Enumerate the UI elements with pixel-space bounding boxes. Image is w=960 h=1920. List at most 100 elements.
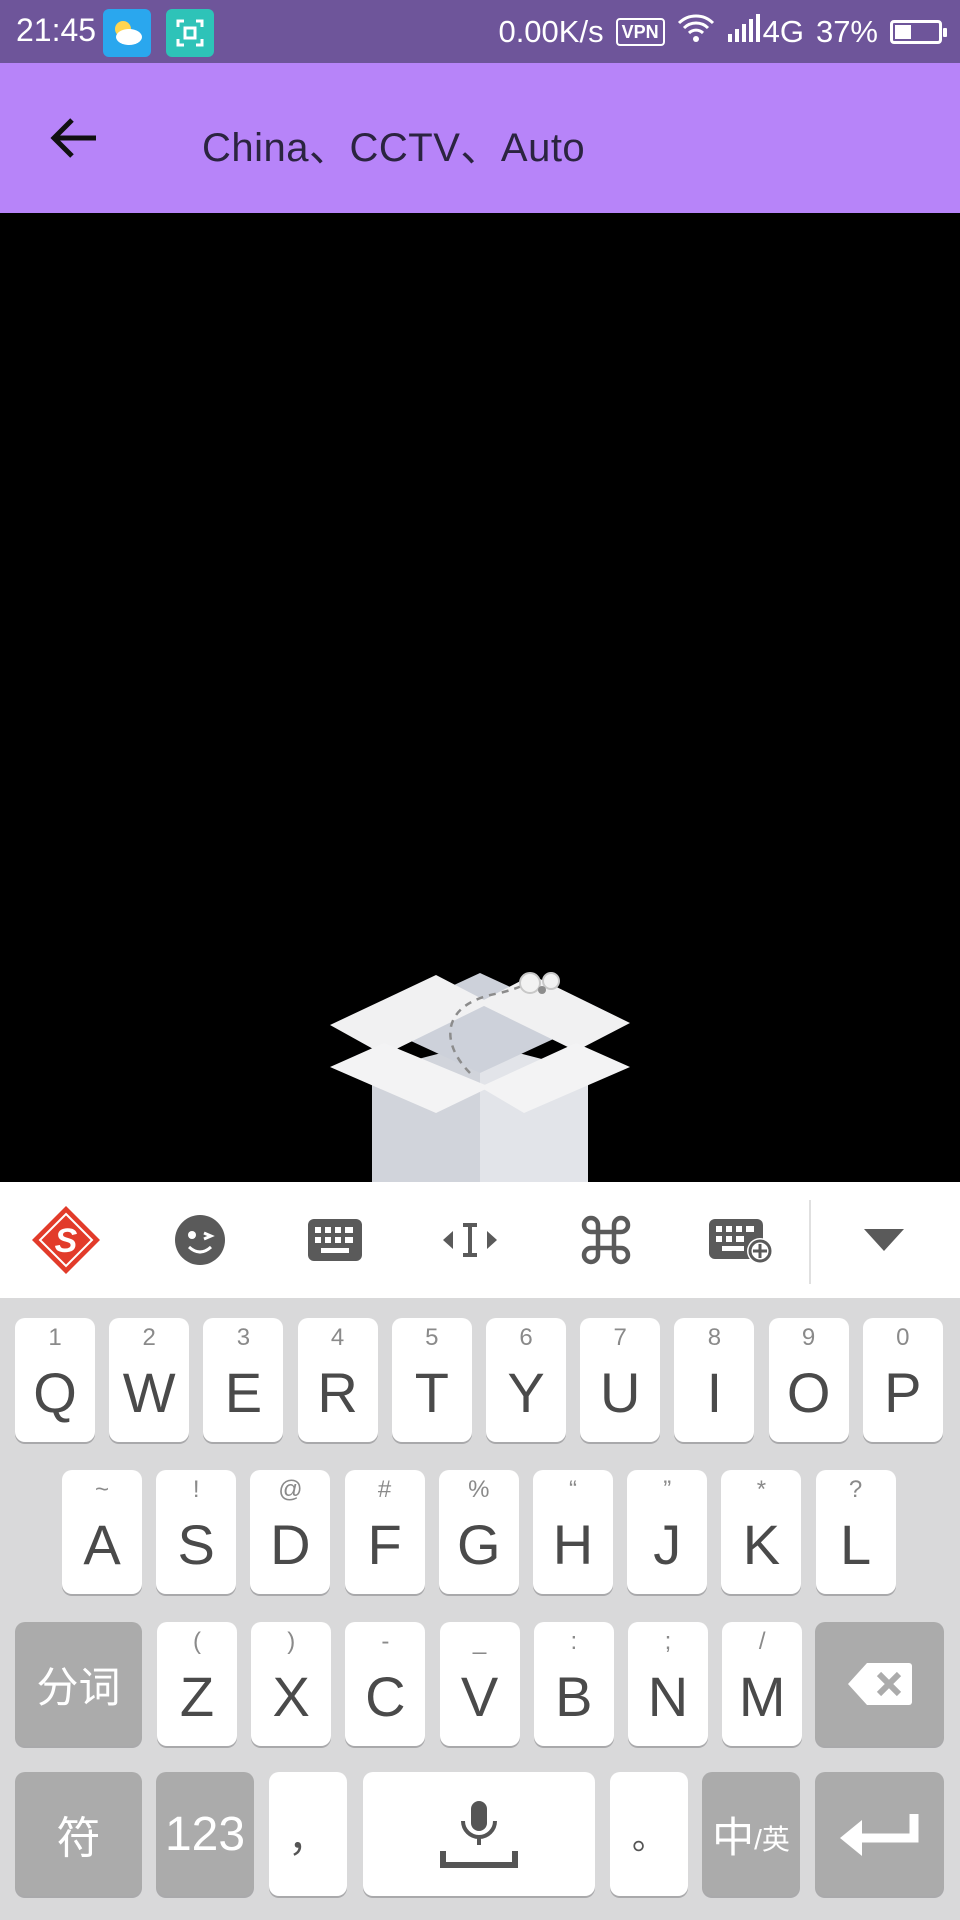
key-label: R [317,1361,358,1424]
key-s[interactable]: ! S [156,1470,237,1594]
content-area [0,213,960,1182]
battery-icon [890,20,947,44]
key-w[interactable]: 2W [109,1318,190,1442]
keyboard-toolbar: S [0,1182,960,1299]
key-l[interactable]: ? L [815,1470,896,1594]
key-u[interactable]: 7U [580,1318,661,1442]
key-c[interactable]: -C [345,1622,426,1746]
signal-icon [727,13,761,51]
key-hint: ? [848,1476,863,1503]
key-t[interactable]: 5T [391,1318,472,1442]
command-button[interactable] [566,1204,646,1276]
status-time: 21:45 [16,12,97,48]
key-r[interactable]: 4R [297,1318,378,1442]
key-label: P [884,1361,922,1424]
key-hint: “ [569,1476,577,1503]
key-y[interactable]: 6Y [486,1318,566,1442]
cursor-move-icon [443,1223,497,1257]
keyboard-icon [308,1219,362,1261]
key-label: M [738,1665,786,1728]
key-d[interactable]: @ D [250,1470,331,1594]
app-bar: China、CCTV、Auto [0,63,960,213]
key-hint: 2 [142,1324,156,1351]
key-hint: 5 [425,1324,439,1351]
key-b[interactable]: :B [533,1622,614,1746]
period-label: 。 [632,1818,666,1857]
collapse-keyboard-button[interactable] [844,1204,924,1276]
network-type: 4G [762,14,804,49]
key-hint: 0 [896,1324,910,1351]
key-hint: - [381,1628,390,1655]
key-label: U [599,1361,641,1424]
key-a[interactable]: ~ A [62,1470,142,1594]
key-hint: # [377,1476,392,1503]
key-g[interactable]: % G [438,1470,519,1594]
emoji-button[interactable] [160,1204,240,1276]
key-p[interactable]: 0P [862,1318,943,1442]
keyboard-settings-button[interactable] [702,1204,782,1276]
key-hint: ) [287,1628,296,1655]
back-button[interactable] [36,106,112,170]
key-label: E [224,1361,263,1424]
key-label: V [460,1665,499,1728]
key-j[interactable]: ” J [627,1470,708,1594]
key-label: B [555,1665,593,1728]
microphone-icon [440,1801,518,1868]
key-hint: 1 [48,1324,62,1351]
vpn-badge: VPN [615,18,665,46]
key-label: G [457,1513,501,1576]
symbols-label: 符 [56,1814,101,1863]
key-hint: 4 [330,1324,345,1351]
key-hint: ” [663,1476,672,1503]
key-n[interactable]: ; N [628,1622,708,1746]
fenci-label: 分词 [36,1663,121,1711]
battery-percent: 37% [815,14,878,49]
key-label: O [786,1361,831,1424]
key-x[interactable]: ) X [251,1622,332,1746]
numbers-key[interactable]: 123 [156,1772,254,1896]
key-label: X [272,1665,310,1728]
comma-key[interactable]: ， [269,1772,347,1896]
status-bar: 21:45 0.00K/s VPN 4G 37% [0,0,960,63]
backspace-key[interactable] [815,1622,944,1746]
status-right: 0.00K/s VPN 4G 37% [498,10,947,54]
key-q[interactable]: 1Q [15,1318,95,1442]
collapse-keyboard-icon [864,1229,904,1251]
key-hint: / [758,1628,766,1655]
key-e[interactable]: 3E [203,1318,284,1442]
key-f[interactable]: # F [344,1470,425,1594]
key-label: K [742,1513,781,1576]
keyboard-settings-icon [709,1219,773,1264]
language-switch-key[interactable]: 中/英 [702,1772,800,1896]
symbols-key[interactable]: 符 [15,1772,142,1896]
key-hint: ; [664,1628,672,1655]
key-label: I [706,1361,723,1424]
key-h[interactable]: “H [533,1470,613,1594]
key-hint: @ [278,1476,303,1503]
key-hint: _ [472,1628,487,1655]
sogou-logo-button[interactable]: S [26,1204,106,1276]
key-label: S [177,1513,215,1576]
numbers-label: 123 [164,1807,246,1861]
cursor-move-button[interactable] [430,1204,510,1276]
key-z[interactable]: (Z [157,1622,237,1746]
key-m[interactable]: / M [722,1622,803,1746]
period-key[interactable]: 。 [610,1772,688,1896]
key-i[interactable]: 8I [674,1318,755,1442]
key-o[interactable]: 9O [768,1318,849,1442]
toolbar-divider [809,1200,811,1284]
enter-key[interactable] [815,1772,944,1896]
key-v[interactable]: _ V [439,1622,520,1746]
key-label: W [122,1361,176,1424]
key-k[interactable]: * K [721,1470,802,1594]
key-label: N [647,1665,689,1728]
key-hint: : [570,1628,578,1655]
key-label: H [552,1513,594,1576]
keyboard-switch-button[interactable] [295,1204,375,1276]
language-main-label: 中 [712,1813,755,1861]
key-hint: 7 [613,1324,627,1351]
key-hint: % [468,1476,490,1503]
fenci-key[interactable]: 分词 [15,1622,142,1746]
language-sub-label: /英 [754,1824,790,1855]
space-voice-key[interactable] [363,1772,595,1896]
